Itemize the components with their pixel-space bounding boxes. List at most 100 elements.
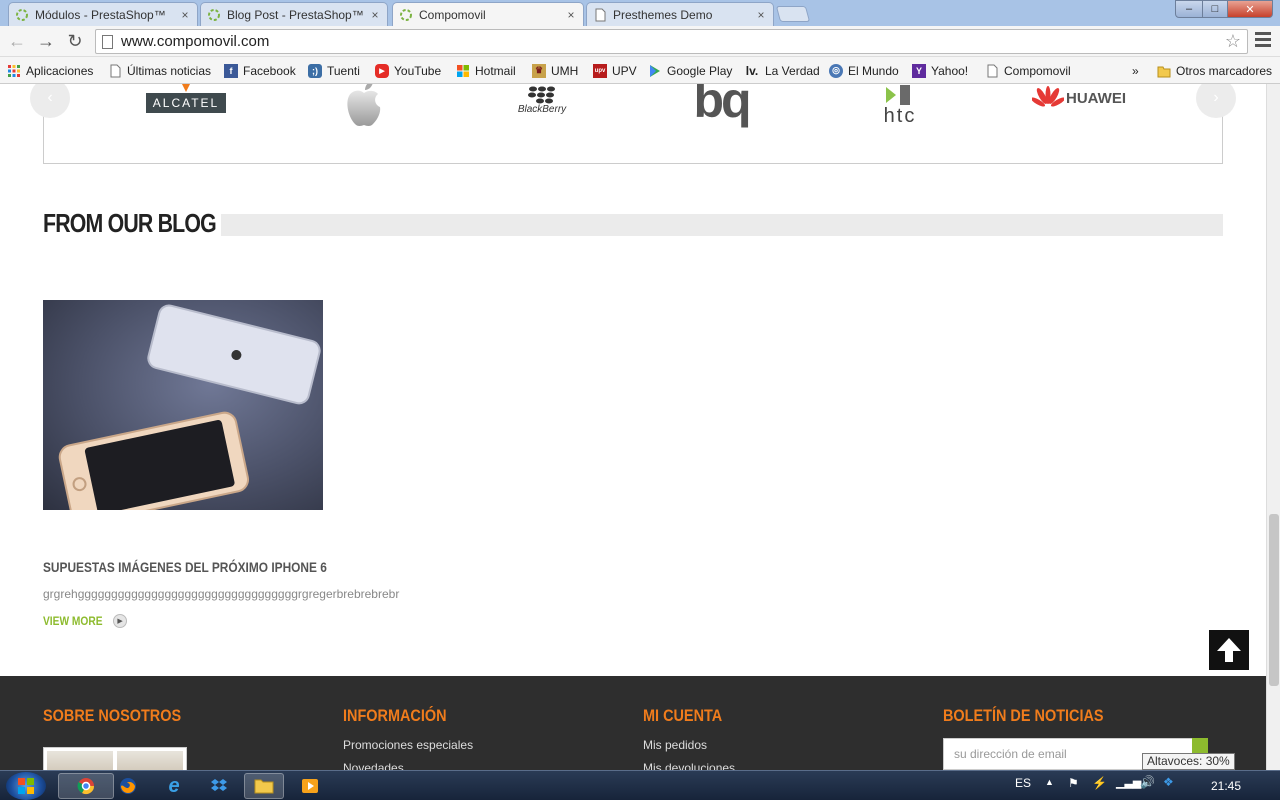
youtube-icon: ▶ bbox=[375, 63, 389, 78]
taskbar-media-player[interactable] bbox=[290, 773, 330, 799]
bookmark-star-icon[interactable]: ☆ bbox=[1225, 31, 1241, 52]
bookmark-google-play[interactable]: Google Play bbox=[648, 62, 732, 79]
brand-logo-blackberry[interactable]: BlackBerry bbox=[514, 84, 570, 122]
firefox-icon bbox=[120, 778, 136, 794]
huawei-logo-icon bbox=[1032, 86, 1064, 107]
close-window-button[interactable]: ✕ bbox=[1227, 0, 1273, 18]
tab-compomovil[interactable]: Compomovil × bbox=[392, 2, 584, 27]
footer-heading-informacion: INFORMACIÓN bbox=[343, 706, 447, 725]
maximize-button[interactable]: □ bbox=[1202, 0, 1228, 18]
htc-android-icon bbox=[886, 85, 910, 105]
new-tab-button[interactable] bbox=[775, 6, 811, 22]
footer-heading-mi-cuenta: MI CUENTA bbox=[643, 706, 723, 725]
footer-link-novedades[interactable]: Novedades bbox=[343, 761, 404, 770]
taskbar-explorer[interactable] bbox=[244, 773, 284, 799]
carousel-prev-arrow-icon[interactable]: ‹ bbox=[30, 84, 70, 118]
page-scrollbar[interactable] bbox=[1266, 84, 1280, 770]
internet-explorer-icon: e bbox=[168, 774, 180, 797]
footer-heading-sobre-nosotros: SOBRE NOSOTROS bbox=[43, 706, 182, 725]
close-tab-icon[interactable]: × bbox=[179, 8, 191, 22]
taskbar-chrome[interactable] bbox=[58, 773, 114, 799]
footer-heading-boletin: BOLETÍN DE NOTICIAS bbox=[943, 706, 1104, 725]
umh-icon: ♛ bbox=[532, 63, 546, 78]
bookmark-la-verdad[interactable]: lv. La Verdad bbox=[744, 62, 820, 79]
scrollbar-thumb[interactable] bbox=[1269, 514, 1279, 686]
brand-logo-huawei[interactable]: HUAWEI bbox=[1024, 84, 1134, 118]
dropbox-tray-icon[interactable]: ❖ bbox=[1163, 775, 1174, 789]
bookmark-hotmail[interactable]: Hotmail bbox=[456, 62, 516, 79]
tab-presthemes-demo[interactable]: Presthemes Demo × bbox=[586, 2, 774, 26]
taskbar-internet-explorer[interactable]: e bbox=[154, 773, 194, 799]
tab-title: Compomovil bbox=[419, 8, 486, 22]
speaker-volume-tooltip: Altavoces: 30% bbox=[1142, 753, 1235, 770]
speaker-volume-icon[interactable]: 🔊 bbox=[1140, 775, 1155, 789]
page-icon bbox=[102, 34, 113, 49]
windows-logo-icon bbox=[18, 778, 34, 794]
back-to-top-button[interactable] bbox=[1207, 628, 1251, 672]
close-tab-icon[interactable]: × bbox=[565, 8, 577, 22]
page-icon bbox=[595, 8, 606, 21]
prestashop-favicon-icon bbox=[400, 9, 412, 21]
browser-tab-strip: Módulos - PrestaShop™ × Blog Post - Pres… bbox=[0, 0, 1280, 27]
site-footer: SOBRE NOSOTROS INFORMACIÓN Promociones e… bbox=[0, 676, 1266, 770]
bookmark-tuenti[interactable]: ;) Tuenti bbox=[308, 62, 360, 79]
bookmark-aplicaciones[interactable]: Aplicaciones bbox=[7, 62, 93, 79]
reload-icon[interactable]: ↻ bbox=[64, 30, 86, 52]
el-mundo-icon: ◎ bbox=[829, 63, 843, 78]
bookmark-compomovil[interactable]: Compomovil bbox=[985, 62, 1071, 79]
close-tab-icon[interactable]: × bbox=[755, 8, 767, 22]
bookmark-ultimas-noticias[interactable]: Últimas noticias bbox=[108, 62, 211, 79]
tab-modulos[interactable]: Módulos - PrestaShop™ × bbox=[8, 2, 198, 26]
bookmark-upv[interactable]: upv UPV bbox=[593, 62, 637, 79]
prestashop-favicon-icon bbox=[16, 8, 28, 21]
minimize-button[interactable]: – bbox=[1175, 0, 1203, 18]
brand-logo-alcatel[interactable]: ALCATEL bbox=[144, 84, 228, 118]
yahoo-icon: Y bbox=[912, 63, 926, 78]
bookmark-yahoo[interactable]: Y Yahoo! bbox=[912, 62, 968, 79]
brand-logo-htc[interactable]: htc bbox=[870, 84, 930, 130]
bookmark-el-mundo[interactable]: ◎ El Mundo bbox=[829, 62, 899, 79]
bookmarks-overflow-chevron[interactable]: » bbox=[1132, 62, 1139, 79]
language-indicator[interactable]: ES bbox=[1015, 776, 1031, 790]
tab-title: Blog Post - PrestaShop™ bbox=[227, 7, 364, 22]
tab-title: Módulos - PrestaShop™ bbox=[35, 7, 166, 22]
brand-carousel: ‹ › ALCATEL BlackBerry bq htc HUAWEI bbox=[30, 84, 1236, 164]
bookmark-umh[interactable]: ♛ UMH bbox=[532, 62, 578, 79]
back-arrow-icon[interactable]: ← bbox=[6, 30, 28, 52]
media-player-icon bbox=[302, 779, 318, 793]
tray-expand-icon[interactable]: ▲ bbox=[1045, 777, 1054, 787]
footer-link-promociones[interactable]: Promociones especiales bbox=[343, 738, 473, 752]
bookmark-facebook[interactable]: f Facebook bbox=[224, 62, 296, 79]
blog-post-image[interactable] bbox=[43, 300, 323, 510]
start-button[interactable] bbox=[6, 772, 46, 800]
brand-logo-apple[interactable] bbox=[339, 84, 389, 130]
clock[interactable]: 21:45 bbox=[1211, 779, 1241, 793]
bookmark-otros-marcadores[interactable]: Otros marcadores bbox=[1157, 62, 1272, 79]
tab-blog-post[interactable]: Blog Post - PrestaShop™ × bbox=[200, 2, 388, 26]
bookmark-youtube[interactable]: ▶ YouTube bbox=[375, 62, 441, 79]
action-center-flag-icon[interactable]: ⚑ bbox=[1068, 776, 1079, 790]
network-signal-icon[interactable]: ▁▃▅ bbox=[1116, 776, 1141, 789]
footer-link-mis-pedidos[interactable]: Mis pedidos bbox=[643, 738, 707, 752]
arrow-up-icon bbox=[1217, 638, 1241, 662]
url-text: www.compomovil.com bbox=[121, 33, 270, 50]
brand-logo-bq[interactable]: bq bbox=[689, 84, 753, 130]
view-more-link[interactable]: VIEW MORE ▶ bbox=[43, 614, 128, 628]
forward-arrow-icon[interactable]: → bbox=[35, 30, 57, 52]
chrome-menu-icon[interactable] bbox=[1255, 32, 1271, 48]
footer-link-mis-devoluciones[interactable]: Mis devoluciones bbox=[643, 761, 735, 770]
view-more-label: VIEW MORE bbox=[43, 614, 103, 628]
carousel-next-arrow-icon[interactable]: › bbox=[1196, 84, 1236, 118]
google-play-icon bbox=[650, 64, 660, 77]
about-us-image bbox=[43, 747, 187, 770]
address-bar[interactable]: www.compomovil.com ☆ bbox=[95, 29, 1248, 54]
taskbar-firefox[interactable] bbox=[108, 773, 148, 799]
close-tab-icon[interactable]: × bbox=[369, 8, 381, 22]
dropbox-icon bbox=[211, 779, 227, 791]
section-title-divider bbox=[221, 214, 1223, 236]
blog-section-title: FROM OUR BLOG bbox=[43, 208, 217, 238]
browser-toolbar: ← → ↻ www.compomovil.com ☆ bbox=[0, 26, 1280, 57]
taskbar-dropbox[interactable] bbox=[199, 773, 239, 799]
blog-post-title[interactable]: SUPUESTAS IMÁGENES DEL PRÓXIMO IPHONE 6 bbox=[43, 559, 327, 575]
power-icon[interactable]: ⚡ bbox=[1092, 776, 1107, 790]
